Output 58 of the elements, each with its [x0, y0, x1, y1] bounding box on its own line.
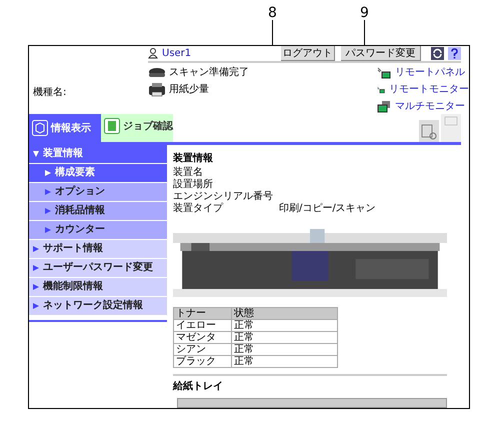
table-cell: 正常: [232, 344, 338, 356]
table-cell: 正常: [232, 320, 338, 332]
table-header-cell: トナー: [174, 308, 232, 320]
table-cell: ブラック: [174, 356, 232, 368]
device-settings-icon[interactable]: [419, 120, 439, 142]
field-label: エンジンシリアル番号: [173, 191, 274, 202]
triangle-icon: [45, 189, 51, 195]
password-change-button[interactable]: パスワード変更: [341, 46, 421, 61]
status-text: 用紙少量: [169, 82, 209, 97]
document-icon: [104, 118, 120, 134]
triangle-icon: [45, 208, 51, 214]
table-cell: シアン: [174, 344, 232, 356]
triangle-icon: [33, 284, 39, 290]
logout-button[interactable]: ログアウト: [281, 46, 335, 61]
link[interactable]: リモートモニター: [389, 82, 469, 97]
table-header-cell: 状態: [232, 308, 338, 320]
sidebar-item[interactable]: 装置情報: [29, 145, 167, 164]
tab[interactable]: ジョブ確認: [101, 114, 173, 142]
sidebar-item[interactable]: オプション: [29, 183, 167, 202]
link[interactable]: マルチモニター: [395, 99, 465, 114]
monitors-icon: [377, 100, 391, 112]
help-icon[interactable]: [448, 47, 461, 60]
section-title: 給紙トレイ: [173, 381, 224, 393]
table-cell: イエロー: [174, 320, 232, 332]
callout-number: 9: [360, 6, 369, 20]
sidebar-item[interactable]: ユーザーパスワード変更: [29, 259, 167, 278]
link[interactable]: リモートパネル: [395, 65, 465, 80]
triangle-icon: [45, 170, 51, 176]
field-value: 印刷/コピー/スキャン: [279, 203, 376, 215]
field-label: 装置名: [173, 167, 204, 178]
field-label: 設置場所: [173, 179, 214, 191]
sidebar-item[interactable]: サポート情報: [29, 240, 167, 259]
expanded-triangle-icon: [33, 151, 39, 157]
sidebar-item[interactable]: ネットワーク設定情報: [29, 297, 167, 316]
refresh-icon[interactable]: [431, 47, 444, 60]
sidebar-item[interactable]: 機能制限情報: [29, 278, 167, 297]
table-cell: 正常: [232, 356, 338, 368]
sidebar-item[interactable]: 消耗品情報: [29, 202, 167, 221]
sidebar-item[interactable]: 構成要素: [29, 164, 167, 183]
table-cell: 正常: [232, 332, 338, 344]
user-icon: [148, 48, 158, 59]
sidebar-item[interactable]: カウンター: [29, 221, 167, 240]
triangle-icon: [33, 303, 39, 309]
cube-icon: [32, 120, 48, 136]
machine-name-label: 機種名:: [33, 86, 66, 100]
callout-number: 8: [268, 6, 277, 20]
printer-icon: [148, 82, 166, 96]
user-name[interactable]: User1: [162, 46, 277, 61]
field-label: 装置タイプ: [173, 203, 224, 215]
triangle-icon: [45, 227, 51, 233]
tab[interactable]: 情報表示: [29, 114, 101, 142]
triangle-icon: [33, 265, 39, 271]
table-cell: マゼンタ: [174, 332, 232, 344]
status-text: スキャン準備完了: [169, 66, 249, 80]
monitor-icon: [377, 66, 391, 78]
triangle-icon: [33, 246, 39, 252]
section-title: 装置情報: [173, 152, 214, 166]
scanner-icon: [148, 66, 166, 78]
